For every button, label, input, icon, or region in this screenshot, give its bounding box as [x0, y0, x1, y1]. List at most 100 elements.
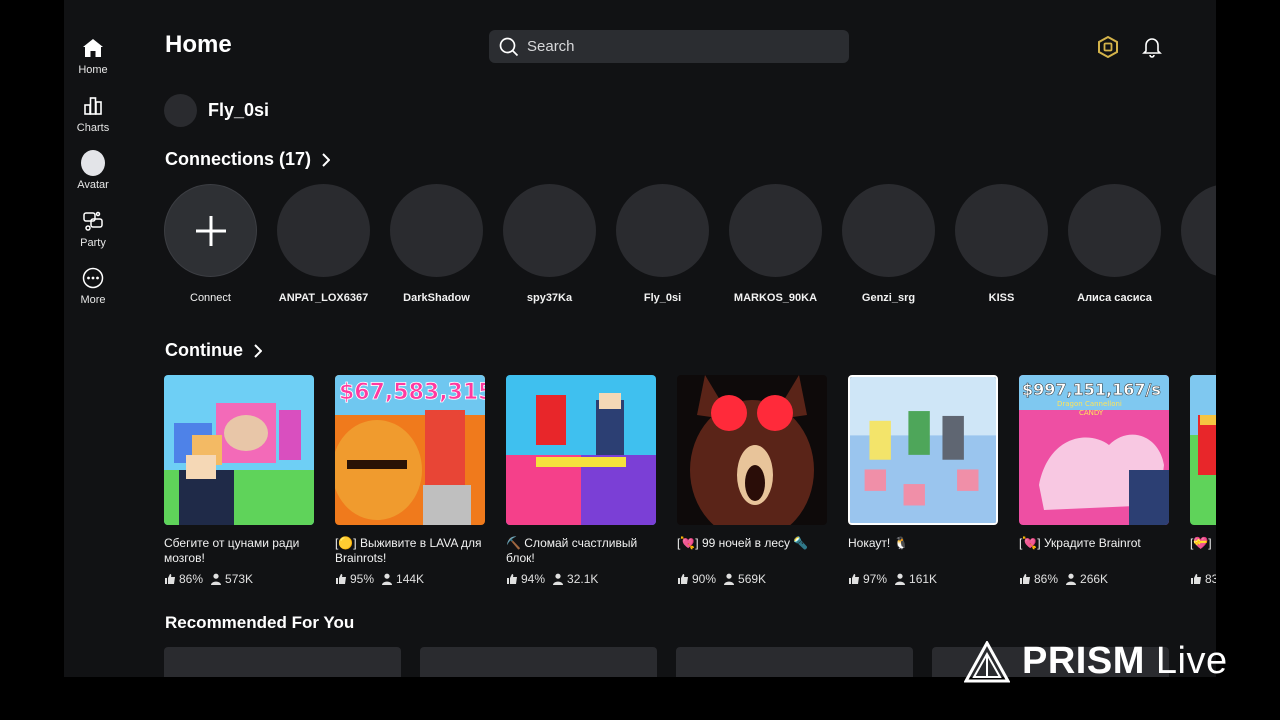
connect-button[interactable]: Connect: [164, 184, 257, 304]
game-card[interactable]: $997,151,167/s Dragon Cannelloni CANDY […: [1019, 375, 1169, 586]
game-thumbnail: [164, 375, 314, 525]
players-icon: [1066, 573, 1077, 585]
connection-avatar: [277, 184, 370, 277]
connection-item[interactable]: Алиса сасиса: [1068, 184, 1161, 304]
connection-item[interactable]: KISS: [955, 184, 1048, 304]
game-players: 32.1K: [567, 572, 599, 586]
sidebar-item-label: More: [80, 294, 106, 306]
players-icon: [553, 573, 564, 585]
connection-name: MARKOS_90KA: [733, 292, 818, 304]
prism-live-watermark: PRISM Live: [964, 640, 1228, 683]
game-stats: 97% 161K: [848, 572, 998, 586]
players-icon: [382, 573, 393, 585]
recommended-card[interactable]: [420, 647, 657, 677]
recommended-title: Recommended For You: [165, 613, 355, 632]
letterbox-right: [1216, 0, 1280, 720]
connection-item[interactable]: DarkShadow: [390, 184, 483, 304]
charts-icon: [81, 94, 105, 118]
connection-item[interactable]: ANPAT_LOX6367: [277, 184, 370, 304]
game-rating: 83: [1205, 572, 1216, 586]
watermark-brand: PRISM: [1022, 640, 1145, 682]
thumbs-up-icon: [1020, 574, 1030, 584]
sidebar-item-more[interactable]: More: [64, 260, 122, 318]
prism-logo-icon: [964, 640, 1010, 682]
avatar-icon: [81, 150, 105, 176]
sidebar-item-label: Charts: [76, 121, 110, 134]
thumbs-up-icon: [1191, 574, 1201, 584]
game-card[interactable]: Сбегите от цунами ради мозгов! 86% 573K: [164, 375, 314, 586]
game-card[interactable]: [💘] 99 ночей в лесу 🔦 90% 569K: [677, 375, 827, 586]
thumb-money-text: $67,583,315: [339, 380, 485, 405]
thumbs-up-icon: [849, 574, 859, 584]
game-title: [💝]: [1190, 536, 1212, 550]
sidebar-item-home[interactable]: Home: [64, 30, 122, 88]
players-icon: [211, 573, 222, 585]
search-icon: [499, 37, 519, 56]
game-rating: 90%: [692, 572, 717, 586]
game-rating: 94%: [521, 572, 546, 586]
game-thumbnail: [1190, 375, 1216, 525]
game-card[interactable]: ⛏️ Сломай счастливый блок! 94% 32.1K: [506, 375, 656, 586]
connection-name: spy37Ka: [526, 292, 573, 304]
thumbs-up-icon: [336, 574, 346, 584]
search-bar[interactable]: [489, 30, 849, 63]
game-card[interactable]: [💝] 83: [1190, 375, 1216, 586]
game-stats: 90% 569K: [677, 572, 827, 586]
connection-name: Алиса сасиса: [1077, 292, 1152, 304]
game-title: Нокаут! 🐧: [848, 536, 909, 550]
game-thumbnail: [677, 375, 827, 525]
connection-name: DarkShadow: [403, 292, 470, 304]
game-players: 569K: [738, 572, 767, 586]
sidebar-item-avatar[interactable]: Avatar: [64, 145, 122, 203]
thumbs-up-icon: [507, 574, 517, 584]
game-players: 573K: [225, 572, 254, 586]
sidebar-item-party[interactable]: Party: [64, 203, 122, 261]
sidebar-item-charts[interactable]: Charts: [64, 88, 122, 146]
recommended-card[interactable]: [676, 647, 913, 677]
home-icon: [81, 36, 105, 60]
game-stats: 86% 266K: [1019, 572, 1169, 586]
connection-avatar: [1181, 184, 1216, 277]
game-rating: 95%: [350, 572, 375, 586]
thumb-tag-text: CANDY: [1079, 409, 1104, 417]
party-icon: [81, 209, 105, 233]
chevron-right-icon: [253, 343, 262, 358]
game-stats: 83: [1190, 572, 1216, 586]
connection-item[interactable]: Fly_0si: [616, 184, 709, 304]
connection-item[interactable]: spy37Ka: [503, 184, 596, 304]
sidebar-item-label: Home: [78, 64, 108, 76]
sidebar: Home Charts Avatar Party More: [64, 30, 122, 318]
search-input[interactable]: [527, 38, 827, 55]
thumbs-up-icon: [678, 574, 688, 584]
bell-icon[interactable]: [1141, 36, 1163, 58]
connections-header[interactable]: Connections (17): [165, 149, 331, 170]
game-thumbnail: [506, 375, 656, 525]
add-connection-circle: [164, 184, 257, 277]
thumbs-up-icon: [165, 574, 175, 584]
game-card[interactable]: Нокаут! 🐧 97% 161K: [848, 375, 998, 586]
chevron-right-icon: [321, 152, 331, 167]
game-card[interactable]: $67,583,315 [🟡] Выживите в LAVA для Brai…: [335, 375, 485, 586]
profile-avatar[interactable]: [164, 94, 197, 127]
continue-header[interactable]: Continue: [165, 340, 262, 361]
recommended-header: Recommended For You: [165, 613, 354, 633]
game-stats: 86% 573K: [164, 572, 314, 586]
game-title: [💘] Украдите Brainrot: [1019, 536, 1141, 550]
connections-list: Connect ANPAT_LOX6367 DarkShadow spy37Ka…: [164, 184, 1216, 304]
connection-item[interactable]: MARKOS_90KA: [729, 184, 822, 304]
connection-name: Genzi_srg: [861, 292, 916, 304]
game-players: 266K: [1080, 572, 1109, 586]
game-title: [💘] 99 ночей в лесу 🔦: [677, 536, 809, 550]
connection-avatar: [503, 184, 596, 277]
game-rating: 97%: [863, 572, 888, 586]
recommended-card[interactable]: [164, 647, 401, 677]
connection-item[interactable]: Genzi_srg: [842, 184, 935, 304]
connection-item[interactable]: ks: [1181, 184, 1216, 304]
connection-avatar: [729, 184, 822, 277]
profile-username[interactable]: Fly_0si: [208, 100, 269, 121]
robux-icon[interactable]: [1097, 36, 1119, 58]
connection-name: KISS: [988, 292, 1015, 304]
players-icon: [895, 573, 906, 585]
connection-avatar: [955, 184, 1048, 277]
game-title: ⛏️ Сломай счастливый блок!: [506, 536, 638, 565]
